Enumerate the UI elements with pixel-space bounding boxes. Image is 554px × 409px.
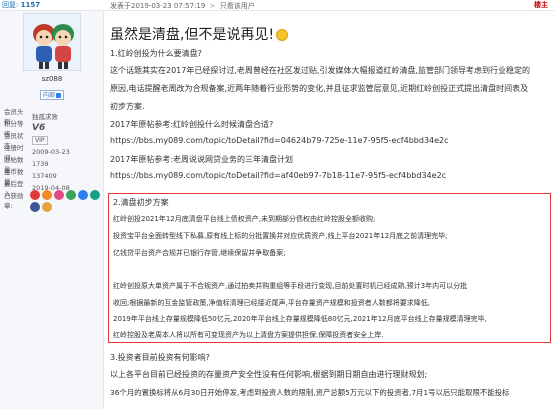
plan-line: 红岭创投2021年12月底清盘平台线上债权资产,未到期部分债权由红岭控股全额收购… [113, 215, 376, 223]
post-meta: 发表于2019-03-23 07:57:19 > 只看该用户 [110, 2, 255, 10]
level-icon: V6 [32, 123, 46, 133]
username[interactable]: sz088 [0, 75, 104, 83]
thinking-emoji-icon [276, 29, 289, 41]
post-title: 虽然是清盘,但不是说再见! [110, 24, 289, 44]
body-text: 36个月的置换标将从6月30日开始停发,考虑到投资人数的限制,资产总额5万元以下… [110, 388, 510, 397]
floor-label: 楼主 [534, 1, 548, 9]
medal-icon[interactable] [42, 202, 52, 212]
reference-link[interactable]: https://bbs.my089.com/topic/toDetail?fid… [110, 171, 446, 180]
plan-line: 红岭创投原大单资产属于不合规资产,通过拍卖并购重组等手段进行变现,目前处置时机已… [113, 282, 468, 290]
body-text: 以上各平台目前已经投资的存量资产安全性没有任何影响,根据到期日期自由进行理财规划… [110, 370, 428, 379]
body-text: 原因,电话提醒老周改为合规备案,近两年随着行业形势的变化,并且征求监管层意见,近… [110, 84, 529, 93]
plan-line: 亿钱贷平台资产合规并已银行存管,继续保留并争取备案; [113, 249, 286, 257]
view-author-link[interactable]: 只看该用户 [220, 2, 255, 10]
user-level-badge: 内部 [40, 90, 64, 100]
medal-list [30, 190, 100, 212]
section-heading: 1.红岭创投为什么要清盘? [110, 49, 202, 58]
medal-icon[interactable] [90, 190, 100, 200]
post-time: 发表于2019-03-23 07:57:19 [110, 2, 206, 10]
medal-icon[interactable] [30, 190, 40, 200]
highlighted-plan-box: 2.清盘初步方案 红岭创投2021年12月底清盘平台线上债权资产,未到期部分债权… [108, 193, 551, 343]
plan-line: 收回;根据最新的互金监管政策,净值标清理已经接近尾声,平台存量资产规模和投资者人… [113, 299, 431, 307]
medal-icon[interactable] [66, 190, 76, 200]
body-text: 这个话题其实在2017年已经探讨过,老周曾经在社区发过贴,引发媒体大幅报道红岭清… [110, 66, 530, 75]
plan-line: 红岭控股及老周本人将以所有可变现资产为以上清盘方案提供担保,保障投资者安全上岸. [113, 331, 384, 339]
medal-icon[interactable] [78, 190, 88, 200]
plan-heading: 2.清盘初步方案 [113, 198, 169, 207]
member-icon [56, 93, 61, 98]
section-heading: 3.投资者目前投资有何影响? [110, 353, 210, 362]
plan-line: 2019年平台线上存量规模降低50亿元,2020年平台线上存量规模降低80亿元,… [113, 315, 487, 323]
reference-link[interactable]: https://bbs.my089.com/topic/toDetail?fid… [110, 136, 449, 145]
user-sidebar: sz088 内部 会员头衔: 独孤求败 积分等级: V6 会员状态: VIP 注册时间… [0, 11, 104, 409]
medal-icon[interactable] [42, 190, 52, 200]
reply-count: 回复: 1157 [2, 1, 41, 9]
plan-line: 投资宝平台全面转型线下私募,原有线上标的分批置换并对应优质资产,线上平台2021… [113, 232, 448, 240]
medal-icon[interactable] [54, 190, 64, 200]
vip-badge: VIP [32, 135, 48, 145]
body-text: 初步方案. [110, 102, 145, 111]
body-text: 2017年原帖参考:老周说说网贷业务的三年清盘计划 [110, 155, 294, 164]
medal-icon[interactable] [30, 202, 40, 212]
post-header-bar: 回复: 1157 发表于2019-03-23 07:57:19 > 只看该用户 … [0, 0, 554, 11]
avatar[interactable] [23, 13, 81, 71]
body-text: 2017年原帖参考:红岭创投什么时候清盘合适? [110, 120, 274, 129]
